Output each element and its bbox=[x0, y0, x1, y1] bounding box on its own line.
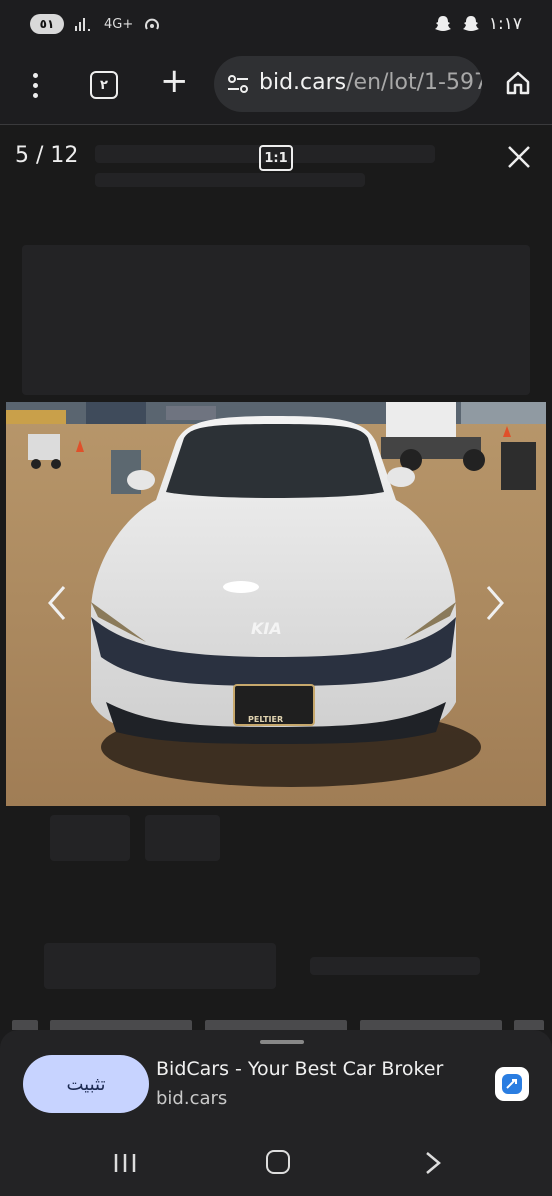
status-right: ١:١٧ bbox=[433, 14, 522, 34]
actual-size-button[interactable]: 1:1 bbox=[259, 145, 293, 171]
thumbnail[interactable] bbox=[12, 1020, 38, 1030]
home-nav-icon[interactable] bbox=[266, 1150, 290, 1174]
app-icon bbox=[495, 1067, 529, 1101]
image-viewer: 5 / 12 1:1 KIA PELTIER bbox=[0, 125, 552, 1030]
bidcars-logo-icon bbox=[502, 1074, 522, 1094]
next-image-arrow-icon[interactable] bbox=[480, 583, 510, 623]
car-illustration: KIA PELTIER bbox=[6, 402, 546, 806]
browser-toolbar: ٢ + bid.cars/en/lot/1-597 bbox=[0, 50, 552, 125]
home-icon[interactable] bbox=[505, 70, 531, 96]
site-settings-icon[interactable] bbox=[226, 72, 250, 96]
url-host: bid.cars bbox=[259, 70, 347, 95]
app-host: bid.cars bbox=[156, 1088, 228, 1109]
background-panel bbox=[22, 245, 530, 395]
background-text bbox=[310, 957, 480, 975]
back-nav-icon[interactable] bbox=[422, 1150, 444, 1176]
address-bar[interactable]: bid.cars/en/lot/1-597 bbox=[214, 56, 482, 112]
network-type: 4G+ bbox=[104, 16, 134, 32]
battery-indicator: ٥١ bbox=[30, 14, 64, 34]
snapchat-icon-2 bbox=[462, 16, 479, 31]
clock: ١:١٧ bbox=[488, 14, 522, 34]
thumbnail[interactable] bbox=[514, 1020, 544, 1030]
license-plate-frame: PELTIER bbox=[248, 715, 283, 724]
thumbnail[interactable] bbox=[50, 1020, 192, 1030]
thumbnail-strip bbox=[0, 1020, 552, 1030]
url-path: /en/lot/1-597 bbox=[346, 70, 482, 95]
status-left: ٥١ 4G+ bbox=[30, 14, 161, 34]
menu-button[interactable] bbox=[22, 68, 48, 102]
recent-apps-icon[interactable] bbox=[112, 1152, 138, 1174]
system-nav-bar bbox=[0, 1134, 552, 1196]
sheet-drag-handle[interactable] bbox=[260, 1040, 304, 1044]
car-photo[interactable]: KIA PELTIER bbox=[6, 402, 546, 806]
thumbnail[interactable] bbox=[205, 1020, 347, 1030]
thumbnail[interactable] bbox=[360, 1020, 502, 1030]
previous-image-arrow-icon[interactable] bbox=[42, 583, 72, 623]
install-app-sheet: تثبيت BidCars - Your Best Car Broker bid… bbox=[0, 1030, 552, 1134]
tab-switcher-button[interactable]: ٢ bbox=[90, 71, 118, 99]
snapchat-icon bbox=[434, 16, 451, 31]
background-text bbox=[95, 173, 365, 187]
car-logo: KIA bbox=[251, 619, 282, 638]
hotspot-icon bbox=[145, 18, 160, 30]
status-bar: ٥١ 4G+ ١:١٧ bbox=[0, 0, 552, 50]
close-icon[interactable] bbox=[505, 143, 533, 171]
signal-bars-icon bbox=[75, 18, 90, 31]
background-panel bbox=[44, 943, 276, 989]
install-button[interactable]: تثبيت bbox=[23, 1055, 149, 1113]
image-counter: 5 / 12 bbox=[15, 143, 79, 168]
app-title: BidCars - Your Best Car Broker bbox=[156, 1058, 444, 1080]
new-tab-button[interactable]: + bbox=[160, 64, 189, 98]
url-text[interactable]: bid.cars/en/lot/1-597 bbox=[259, 70, 482, 95]
background-panel bbox=[50, 815, 130, 861]
background-panel bbox=[145, 815, 220, 861]
